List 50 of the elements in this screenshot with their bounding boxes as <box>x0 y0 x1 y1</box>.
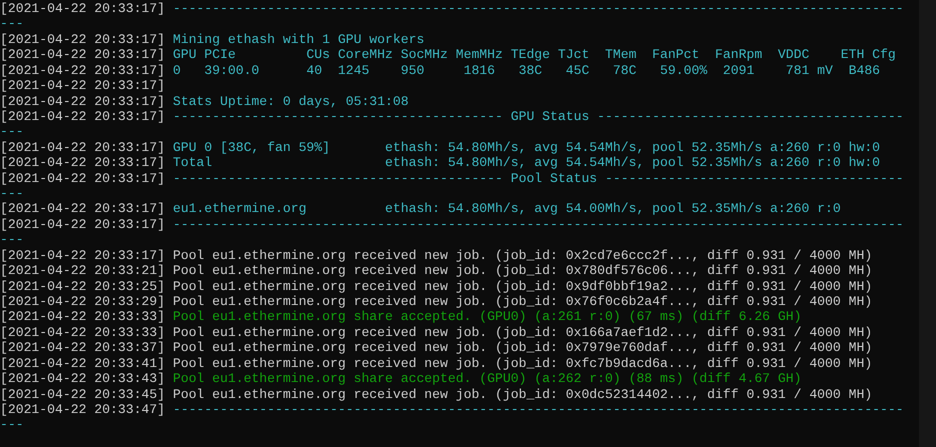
log-message: 0 39:00.0 40 1245 950 1816 38C 45C 78C 59.00% 2091 781 mV B486 <box>172 62 880 78</box>
log-timestamp: [2021-04-22 20:33:17] <box>0 170 166 186</box>
log-timestamp: [2021-04-22 20:33:47] <box>0 402 166 417</box>
log-timestamp: [2021-04-22 20:33:17] <box>0 248 166 263</box>
log-message: ------------------------------------------ Pool Status -------------------------------------- <box>172 170 904 186</box>
log-timestamp: [2021-04-22 20:33:41] <box>0 356 166 371</box>
log-timestamp: [2021-04-22 20:33:17] <box>0 78 166 94</box>
log-message: Pool eu1.ethermine.org received new job. (job_id: 0x7979e760daf..., diff 0.931 / 4000 MH) <box>172 340 872 356</box>
log-timestamp: [2021-04-22 20:33:17] <box>0 47 166 62</box>
log-timestamp: [2021-04-22 20:33:33] <box>0 309 166 324</box>
log-message: Pool eu1.ethermine.org received new job. (job_id: 0x76f0c6b2a4f..., diff 0.931 / 4000 MH) <box>172 294 872 310</box>
log-timestamp: [2021-04-22 20:33:33] <box>0 324 166 340</box>
log-timestamp: [2021-04-22 20:33:17] <box>0 94 166 109</box>
log-message: Pool eu1.ethermine.org received new job. (job_id: 0x780df576c06..., diff 0.931 / 4000 MH) <box>172 263 872 278</box>
log-timestamp: [2021-04-22 20:33:17] <box>0 140 166 155</box>
log-message: GPU PCIe CUs CoreMHz SocMHz MemMHz TEdge TJct TMem FanPct FanRpm VDDC ETH Cfg <box>172 47 896 62</box>
log-timestamp: [2021-04-22 20:33:17] <box>0 108 166 124</box>
log-timestamp: [2021-04-22 20:33:17] <box>0 216 166 232</box>
log-timestamp: [2021-04-22 20:33:29] <box>0 294 166 310</box>
log-message: Pool eu1.ethermine.org received new job. (job_id: 0x2cd7e6ccc2f..., diff 0.931 / 4000 MH) <box>172 248 872 263</box>
log-message: eu1.ethermine.org ethash: 54.80Mh/s, avg 54.00Mh/s, pool 52.35Mh/s a:260 r:0 <box>172 201 841 216</box>
log-message: --------------------------------------------------------------------------------------------- <box>172 1 904 16</box>
log-timestamp: [2021-04-22 20:33:17] <box>0 201 166 216</box>
log-message: --- <box>0 16 24 32</box>
log-timestamp: [2021-04-22 20:33:45] <box>0 386 166 402</box>
log-timestamp: [2021-04-22 20:33:17] <box>0 1 166 16</box>
log-message: --- <box>0 186 24 202</box>
log-message: --------------------------------------------------------------------------------------------- <box>172 216 904 232</box>
log-message: Pool eu1.ethermine.org received new job. (job_id: 0x166a7aef1d2..., diff 0.931 / 4000 MH) <box>172 324 872 340</box>
log-timestamp: [2021-04-22 20:33:21] <box>0 263 166 278</box>
log-message: Pool eu1.ethermine.org received new job. (job_id: 0x0dc52314402..., diff 0.931 / 4000 MH) <box>172 386 872 402</box>
log-message: --- <box>0 417 24 432</box>
log-message: Total ethash: 54.80Mh/s, avg 54.54Mh/s, pool 52.35Mh/s a:260 r:0 hw:0 <box>172 155 880 170</box>
log-message: Pool eu1.ethermine.org received new job. (job_id: 0xfc7b9dacd6a..., diff 0.931 / 4000 MH) <box>172 356 872 371</box>
log-timestamp: [2021-04-22 20:33:25] <box>0 278 166 294</box>
log-message: Stats Uptime: 0 days, 05:31:08 <box>172 94 409 109</box>
log-timestamp: [2021-04-22 20:33:17] <box>0 32 166 47</box>
log-timestamp: [2021-04-22 20:33:17] <box>0 155 166 170</box>
log-timestamp: [2021-04-22 20:33:43] <box>0 371 166 386</box>
log-timestamp: [2021-04-22 20:33:37] <box>0 340 166 356</box>
log-timestamp: [2021-04-22 20:33:17] <box>0 62 166 78</box>
log-message: --- <box>0 124 24 140</box>
log-message: Pool eu1.ethermine.org received new job. (job_id: 0x9df0bbf19a2..., diff 0.931 / 4000 MH) <box>172 278 872 294</box>
log-message: Pool eu1.ethermine.org share accepted. (GPU0) (a:261 r:0) (67 ms) (diff 6.26 GH) <box>172 309 802 324</box>
log-message: --- <box>0 232 24 248</box>
log-message: Mining ethash with 1 GPU workers <box>172 32 424 47</box>
log-message: Pool eu1.ethermine.org share accepted. (GPU0) (a:262 r:0) (88 ms) (diff 4.67 GH) <box>172 371 802 386</box>
log-message: ------------------------------------------ GPU Status --------------------------------------- <box>172 108 904 124</box>
log-message: GPU 0 [38C, fan 59%] ethash: 54.80Mh/s, avg 54.54Mh/s, pool 52.35Mh/s a:260 r:0 hw:0 <box>172 140 880 155</box>
log-message: --------------------------------------------------------------------------------------------- <box>172 402 904 417</box>
